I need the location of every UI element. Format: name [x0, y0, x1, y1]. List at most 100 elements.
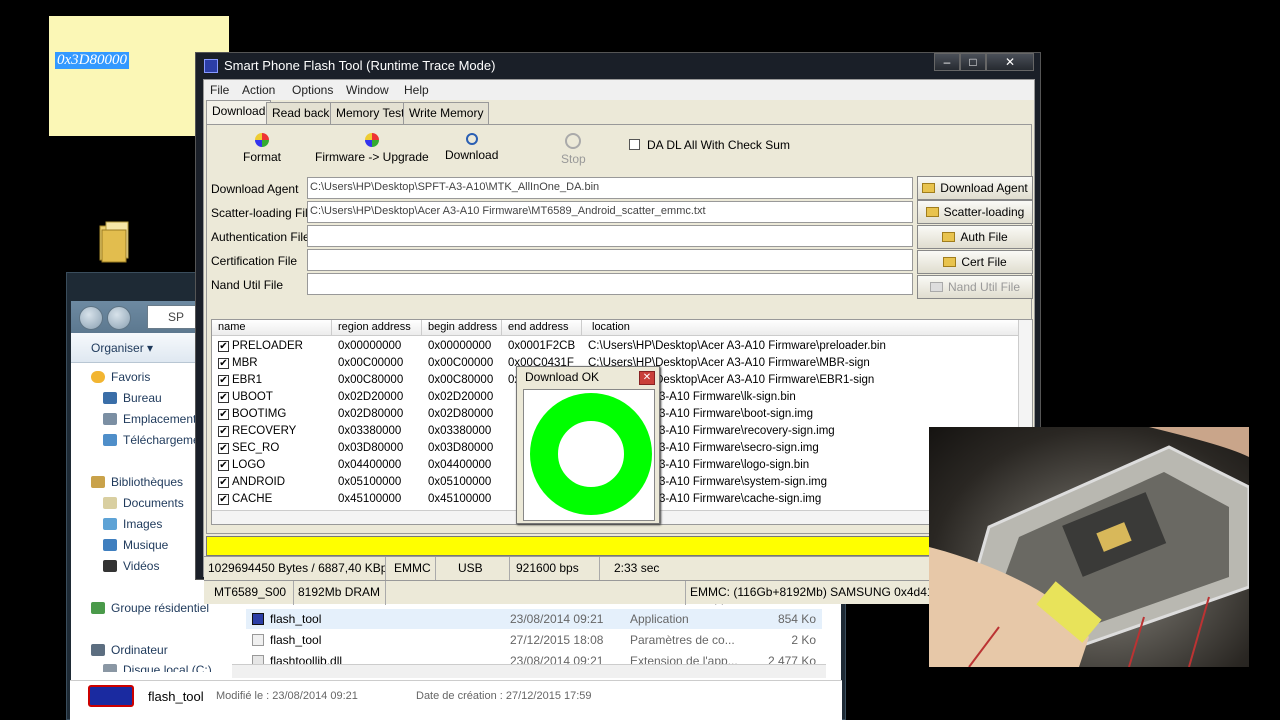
nav-documents[interactable]: Documents: [103, 493, 184, 513]
column-header-name[interactable]: name: [212, 320, 332, 336]
tab-download[interactable]: Download: [206, 100, 272, 124]
details-created: Date de création : 27/12/2015 17:59: [416, 690, 592, 702]
menu-options[interactable]: Options: [292, 83, 333, 97]
file-row[interactable]: flash_tool 23/08/2014 09:21 Application …: [246, 609, 822, 629]
status-bar-transfer: 1029694450 Bytes / 6887,40 KBps EMMC USB…: [204, 556, 1034, 581]
column-header-region[interactable]: region address: [332, 320, 422, 336]
nav-emplacements[interactable]: Emplacements: [103, 409, 202, 429]
partition-name: UBOOT: [232, 391, 273, 403]
column-header-begin[interactable]: begin address: [422, 320, 502, 336]
firmware-icon: [364, 133, 379, 147]
nav-musique[interactable]: Musique: [103, 535, 168, 555]
title-bar[interactable]: Smart Phone Flash Tool (Runtime Trace Mo…: [196, 53, 1040, 79]
forward-icon[interactable]: [107, 306, 131, 330]
auth-file-button[interactable]: Auth File: [917, 225, 1033, 249]
nav-musique-label: Musique: [123, 538, 169, 552]
address-text: SP: [168, 310, 185, 324]
menu-action[interactable]: Action: [242, 83, 275, 97]
partition-name: PRELOADER: [232, 340, 303, 352]
partition-checkbox[interactable]: ✔: [218, 426, 229, 437]
download-ok-dialog[interactable]: Download OK ✕: [516, 366, 660, 524]
folder-icon[interactable]: [98, 220, 132, 264]
back-icon[interactable]: [79, 306, 103, 330]
close-button[interactable]: ✕: [986, 53, 1034, 71]
tab-write-memory[interactable]: Write Memory: [403, 102, 490, 124]
nav-documents-label: Documents: [123, 496, 184, 510]
tab-memory-test[interactable]: Memory Test: [330, 102, 411, 124]
details-modified: Modifié le : 23/08/2014 09:21: [216, 690, 358, 702]
partition-end-address: 0x0001F2CB: [508, 340, 576, 352]
partition-begin-address: 0x03D80000: [428, 442, 494, 454]
tab-read-back[interactable]: Read back: [266, 102, 336, 124]
nav-videos[interactable]: Vidéos: [103, 556, 159, 576]
folder-icon: [942, 232, 956, 242]
auth-file-button-label: Auth File: [960, 230, 1008, 244]
partition-checkbox[interactable]: ✔: [218, 409, 229, 420]
partition-region-address: 0x02D20000: [338, 391, 404, 403]
partition-region-address: 0x05100000: [338, 476, 402, 488]
nav-bibliotheques[interactable]: Bibliothèques: [91, 472, 183, 492]
window-title: Smart Phone Flash Tool (Runtime Trace Mo…: [224, 58, 496, 73]
maximize-button[interactable]: □: [960, 53, 986, 71]
partition-checkbox[interactable]: ✔: [218, 460, 229, 471]
column-header-end[interactable]: end address: [502, 320, 582, 336]
partition-checkbox[interactable]: ✔: [218, 375, 229, 386]
nand-util-button-label: Nand Util File: [947, 280, 1021, 294]
partition-begin-address: 0x00000000: [428, 340, 492, 352]
partition-begin-address: 0x04400000: [428, 459, 492, 471]
scatter-loading-button[interactable]: Scatter-loading: [917, 200, 1033, 224]
file-date: 23/08/2014 09:21: [510, 654, 604, 664]
menu-help[interactable]: Help: [404, 83, 429, 97]
nav-disque[interactable]: Disque local (C:): [103, 660, 212, 672]
nav-bureau[interactable]: Bureau: [103, 388, 162, 408]
download-button[interactable]: Download: [445, 133, 498, 162]
nav-groupe[interactable]: Groupe résidentiel: [91, 598, 209, 618]
menu-window[interactable]: Window: [346, 83, 389, 97]
partition-begin-address: 0x03380000: [428, 425, 492, 437]
file-row[interactable]: flashtoollib.dll 23/08/2014 09:21 Extens…: [246, 651, 822, 664]
file-row[interactable]: flash_tool 27/12/2015 18:08 Paramètres d…: [246, 630, 822, 650]
star-icon: [91, 371, 105, 383]
cert-file-button[interactable]: Cert File: [917, 250, 1033, 274]
nand-util-button[interactable]: Nand Util File: [917, 275, 1033, 299]
partition-row[interactable]: ✔ PRELOADER 0x00000000 0x00000000 0x0001F2CB…: [212, 338, 1022, 355]
app-icon: [252, 613, 264, 625]
cert-field[interactable]: [307, 249, 913, 271]
download-agent-button[interactable]: Download Agent: [917, 176, 1033, 200]
firmware-upgrade-button[interactable]: Firmware -> Upgrade: [315, 133, 429, 164]
file-type: Paramètres de co...: [630, 633, 735, 647]
stop-button[interactable]: Stop: [561, 133, 586, 166]
minimize-button[interactable]: –: [934, 53, 960, 71]
column-header-location[interactable]: location: [582, 320, 1020, 336]
menu-file[interactable]: File: [210, 83, 229, 97]
download-agent-field[interactable]: C:\Users\HP\Desktop\SPFT-A3-A10\MTK_AllI…: [307, 177, 913, 199]
checksum-checkbox[interactable]: [629, 139, 640, 150]
partition-checkbox[interactable]: ✔: [218, 477, 229, 488]
libraries-icon: [91, 476, 105, 488]
details-name: flash_tool: [148, 689, 204, 704]
partition-begin-address: 0x02D20000: [428, 391, 494, 403]
partition-name: CACHE: [232, 493, 273, 505]
menu-bar: File Action Options Window Help: [204, 80, 1034, 100]
partition-checkbox[interactable]: ✔: [218, 392, 229, 403]
drive-icon: [103, 664, 117, 672]
partition-checkbox[interactable]: ✔: [218, 358, 229, 369]
nav-images[interactable]: Images: [103, 514, 162, 534]
sticky-note-text[interactable]: 0x3D80000: [55, 52, 129, 69]
scatter-field[interactable]: C:\Users\HP\Desktop\Acer A3-A10 Firmware…: [307, 201, 913, 223]
format-button[interactable]: Format: [243, 133, 281, 164]
explorer-hscroll[interactable]: [232, 664, 826, 678]
partition-checkbox[interactable]: ✔: [218, 443, 229, 454]
partition-checkbox[interactable]: ✔: [218, 494, 229, 505]
partition-checkbox[interactable]: ✔: [218, 341, 229, 352]
status-chip: MT6589_S00: [204, 581, 294, 605]
auth-field[interactable]: [307, 225, 913, 247]
dialog-close-button[interactable]: ✕: [639, 371, 655, 385]
organize-button[interactable]: Organiser ▾: [91, 341, 153, 355]
folder-icon: [929, 282, 943, 292]
nand-field[interactable]: [307, 273, 913, 295]
partition-region-address: 0x00C00000: [338, 357, 404, 369]
nav-ordinateur[interactable]: Ordinateur: [91, 640, 168, 660]
nav-favorites[interactable]: Favoris: [91, 367, 150, 387]
partition-region-address: 0x00C80000: [338, 374, 404, 386]
